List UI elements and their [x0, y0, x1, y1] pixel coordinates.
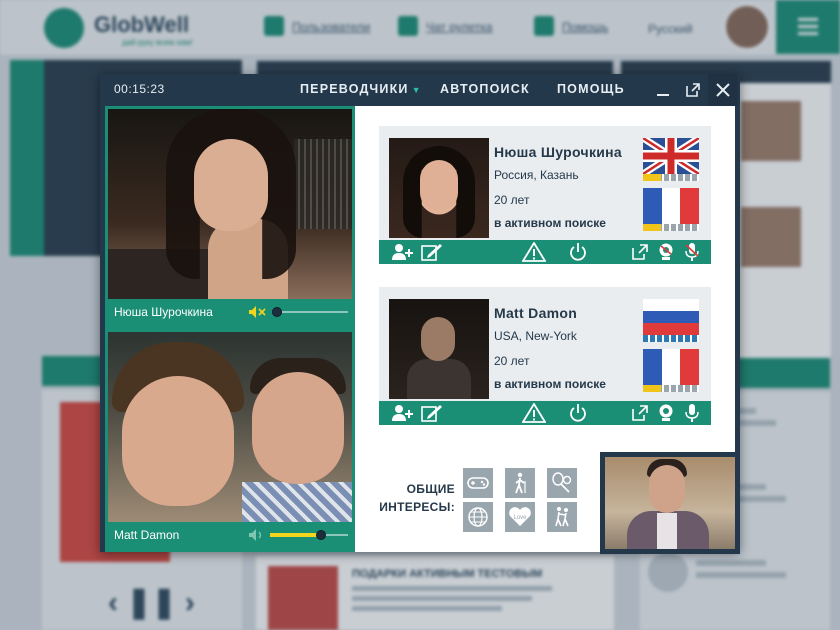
language-level-1a — [643, 174, 699, 181]
language-level-2b — [643, 385, 699, 392]
camera-icon[interactable] — [655, 240, 677, 264]
partner-video-2 — [108, 332, 352, 522]
language-level-1b — [643, 224, 699, 231]
common-interests-line-1: ОБЩИЕ — [406, 482, 455, 496]
add-friend-icon[interactable] — [389, 401, 415, 425]
speaker-muted-icon[interactable] — [248, 305, 270, 322]
close-button[interactable] — [708, 74, 738, 106]
tab-translators[interactable]: ПЕРЕВОДЧИКИ ▼ — [300, 82, 422, 96]
warning-icon[interactable] — [521, 401, 547, 425]
microphone-icon[interactable] — [681, 240, 703, 264]
partner-age-1: 20 лет — [494, 193, 530, 207]
hiking-icon — [505, 468, 535, 498]
volume-level-2 — [270, 533, 321, 537]
video-chat-modal: 00:15:23 ПЕРЕВОДЧИКИ ▼ АВТОПОИСК ПОМОЩЬ Н… — [100, 74, 740, 554]
volume-knob-2[interactable] — [315, 530, 326, 540]
warning-icon[interactable] — [521, 240, 547, 264]
love-icon: Love — [505, 502, 535, 532]
partner-card-1: Нюша Шурочкина Россия, Казань 20 лет в а… — [379, 126, 711, 264]
video-column: Нюша Шурочкина Matt Damon — [105, 106, 355, 552]
common-interests-line-2: ИНТЕРЕСЫ: — [379, 500, 455, 514]
video-1-name: Нюша Шурочкина — [114, 305, 213, 319]
partner-location-1: Россия, Казань — [494, 168, 579, 182]
add-friend-icon[interactable] — [389, 240, 415, 264]
volume-slider-1[interactable] — [276, 311, 348, 313]
caret-down-icon: ▼ — [411, 85, 422, 95]
partner-actions-1 — [379, 240, 711, 264]
video-2-name: Matt Damon — [114, 528, 180, 542]
self-camera-preview[interactable] — [600, 452, 740, 554]
volume-knob-1[interactable] — [272, 307, 282, 317]
microphone-icon[interactable] — [681, 401, 703, 425]
call-timer: 00:15:23 — [114, 82, 165, 96]
partner-video-1 — [108, 109, 352, 299]
popout-icon — [686, 83, 700, 97]
partner-name-1: Нюша Шурочкина — [494, 144, 623, 160]
partner-location-2: USA, New-York — [494, 329, 577, 343]
partner-status-1: в активном поиске — [494, 216, 606, 230]
partner-actions-2 — [379, 401, 711, 425]
power-icon[interactable] — [566, 240, 590, 264]
close-icon — [716, 83, 730, 97]
partners-panel: Нюша Шурочкина Россия, Казань 20 лет в а… — [355, 106, 740, 554]
edit-icon[interactable] — [419, 240, 445, 264]
love-text: Love — [513, 515, 527, 521]
share-icon[interactable] — [629, 240, 651, 264]
tab-help[interactable]: ПОМОЩЬ — [557, 82, 625, 96]
partner-age-2: 20 лет — [494, 354, 530, 368]
minimize-icon — [657, 94, 669, 96]
france-flag-icon — [643, 188, 699, 224]
france-flag-icon — [643, 349, 699, 385]
uk-flag-icon — [643, 138, 699, 174]
popout-button[interactable] — [678, 74, 708, 106]
edit-icon[interactable] — [419, 401, 445, 425]
world-icon — [463, 502, 493, 532]
partner-card-2: Matt Damon USA, New-York 20 лет в активн… — [379, 287, 711, 425]
video-1-bar: Нюша Шурочкина — [108, 299, 352, 325]
speaker-icon[interactable] — [248, 528, 270, 545]
partner-status-2: в активном поиске — [494, 377, 606, 391]
tab-autosearch[interactable]: АВТОПОИСК — [440, 82, 530, 96]
dance-icon — [547, 502, 577, 532]
partner-photo-2[interactable] — [389, 299, 489, 399]
camera-icon[interactable] — [655, 401, 677, 425]
minimize-button[interactable] — [648, 74, 678, 106]
modal-topbar: 00:15:23 ПЕРЕВОДЧИКИ ▼ АВТОПОИСК ПОМОЩЬ — [100, 74, 740, 106]
tab-translators-label: ПЕРЕВОДЧИКИ — [300, 82, 409, 96]
common-interests-label: ОБЩИЕ ИНТЕРЕСЫ: — [371, 480, 455, 516]
sports-icon — [547, 468, 577, 498]
russia-flag-icon — [643, 299, 699, 335]
gamepad-icon — [463, 468, 493, 498]
power-icon[interactable] — [566, 401, 590, 425]
partner-photo-1[interactable] — [389, 138, 489, 238]
language-level-2a — [643, 335, 699, 342]
video-2-bar: Matt Damon — [108, 522, 352, 548]
share-icon[interactable] — [629, 401, 651, 425]
partner-name-2: Matt Damon — [494, 305, 578, 321]
